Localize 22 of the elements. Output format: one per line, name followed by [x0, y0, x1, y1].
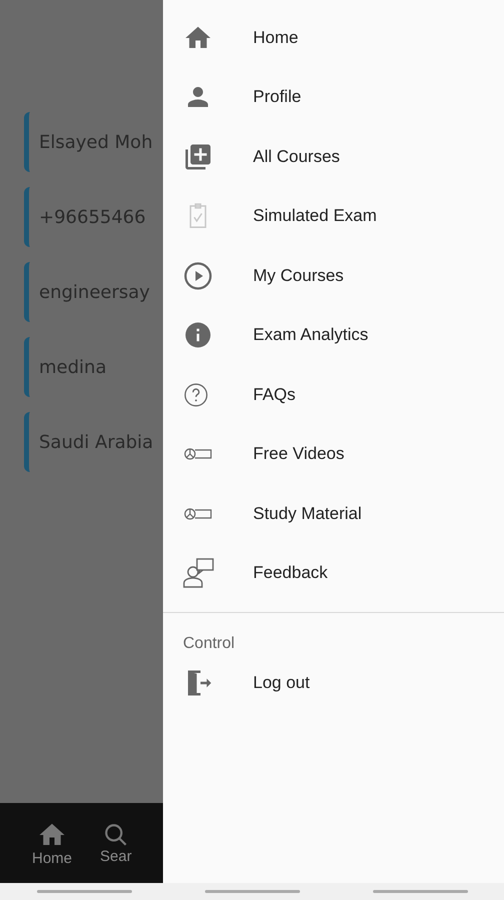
play-circle-icon: [183, 260, 213, 291]
menu-item[interactable]: Home: [253, 28, 298, 48]
ticket-icon: [183, 446, 213, 462]
nav-label[interactable]: Home: [32, 850, 72, 866]
menu-item[interactable]: Log out: [253, 672, 310, 693]
add-library-icon: [183, 142, 213, 172]
nav-label[interactable]: Sear: [100, 848, 132, 864]
menu-item[interactable]: Free Videos: [253, 444, 344, 464]
menu-item[interactable]: Feedback: [253, 563, 328, 584]
menu-item[interactable]: FAQs: [253, 384, 296, 405]
section-title: Control: [182, 634, 236, 653]
menu-item[interactable]: Simulated Exam: [253, 206, 377, 226]
ticket-icon: [183, 506, 213, 522]
search-icon: [102, 822, 129, 848]
feedback-icon: [183, 557, 215, 590]
menu-item[interactable]: Profile: [253, 87, 302, 108]
menu-item[interactable]: Study Material: [253, 504, 362, 524]
menu-item[interactable]: Exam Analytics: [253, 325, 368, 346]
question-circle-icon: [183, 382, 209, 408]
info-icon: [183, 320, 213, 350]
menu-item[interactable]: My Courses: [253, 266, 344, 286]
menu-item[interactable]: All Courses: [253, 146, 340, 167]
